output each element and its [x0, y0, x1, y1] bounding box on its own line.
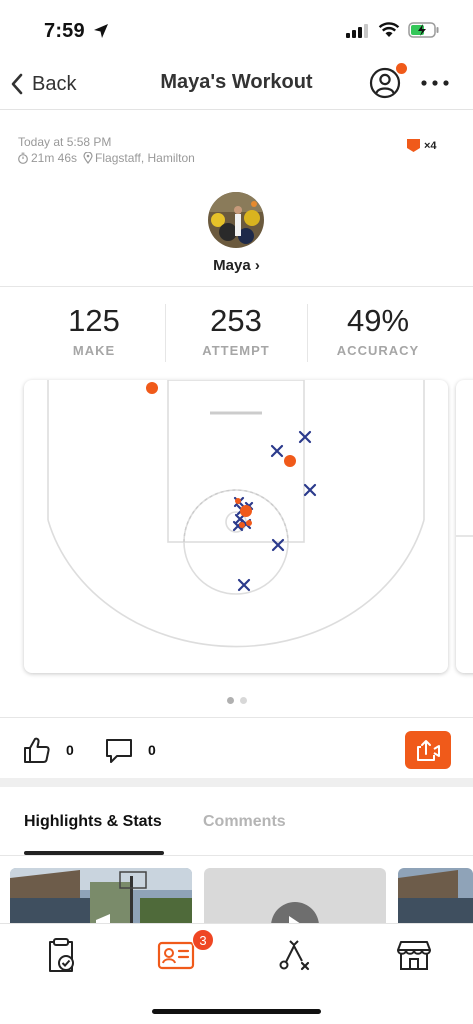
comment-count: 0 [148, 742, 156, 758]
share-button[interactable] [405, 731, 451, 769]
video-placeholder [271, 902, 319, 928]
user-name-link[interactable]: Maya › [0, 257, 473, 274]
tab-highlights-stats[interactable]: Highlights & Stats [24, 813, 162, 831]
more-options-icon[interactable] [418, 72, 452, 94]
back-label: Back [32, 72, 77, 95]
notification-badge: 3 [192, 929, 214, 951]
status-time: 7:59 [44, 20, 85, 42]
stat-accuracy-label: ACCURACY [336, 343, 420, 358]
page-dot[interactable] [239, 697, 247, 704]
workout-date: Today at 5:58 PM [18, 135, 112, 149]
home-indicator [152, 1009, 321, 1014]
badge-count: ×4 [424, 139, 437, 152]
page-indicator[interactable] [0, 697, 473, 704]
court-peek-lines [456, 535, 473, 537]
back-button[interactable]: Back [10, 70, 76, 98]
chevron-left-icon [11, 73, 23, 95]
highlight-thumbnail[interactable] [398, 868, 473, 928]
section-separator [0, 778, 473, 787]
nav-bar: Back Maya's Workout [0, 62, 473, 110]
like-count: 0 [66, 742, 74, 758]
clipboard-check-icon[interactable] [41, 935, 81, 975]
stopwatch-icon [18, 152, 28, 164]
avatar-photo [208, 192, 264, 248]
notification-dot [396, 63, 407, 74]
status-bar: 7:59 [0, 0, 473, 62]
stat-accuracy-value: 49% [346, 303, 410, 338]
bottom-tab-bar: 3 [0, 923, 473, 1024]
share-icon [417, 740, 440, 761]
badge-icon [407, 139, 420, 152]
stat-accuracy: 49% ACCURACY [308, 303, 448, 358]
wifi-icon [378, 22, 400, 37]
location-arrow-icon [94, 24, 108, 38]
next-chart-card[interactable] [456, 380, 473, 673]
page-dot[interactable] [226, 697, 234, 704]
shot-badge[interactable]: ×4 [406, 138, 437, 153]
highlight-thumbnail[interactable] [10, 868, 192, 928]
thumbs-up-icon[interactable] [22, 735, 52, 765]
divider [0, 286, 473, 287]
workout-location: Flagstaff, Hamilton [95, 151, 195, 165]
location-pin-icon [83, 152, 93, 164]
playbook-icon[interactable] [275, 935, 315, 975]
stat-attempt-value: 253 [210, 303, 262, 338]
stat-make-label: MAKE [72, 343, 116, 358]
shot-chart-card[interactable] [24, 380, 448, 673]
store-icon[interactable] [394, 935, 434, 975]
highlight-thumbnail[interactable] [204, 868, 386, 928]
stat-make-value: 125 [68, 303, 120, 338]
stat-attempt-label: ATTEMPT [202, 343, 270, 358]
divider [0, 855, 473, 856]
avatar[interactable] [208, 192, 264, 248]
workout-duration: 21m 46s [31, 151, 78, 165]
thumbnail-image [10, 868, 192, 928]
stat-make: 125 MAKE [24, 303, 164, 358]
tab-comments[interactable]: Comments [203, 813, 286, 831]
court-diagram [47, 380, 425, 648]
comment-icon[interactable] [104, 736, 134, 766]
thumbnail-image [398, 868, 473, 928]
workout-meta: 21m 46s Flagstaff, Hamilton [17, 151, 198, 165]
cellular-signal-icon [346, 24, 368, 38]
battery-charging-icon [408, 22, 439, 38]
id-card-icon[interactable] [156, 935, 196, 975]
divider [0, 717, 473, 718]
stat-attempt: 253 ATTEMPT [166, 303, 306, 358]
